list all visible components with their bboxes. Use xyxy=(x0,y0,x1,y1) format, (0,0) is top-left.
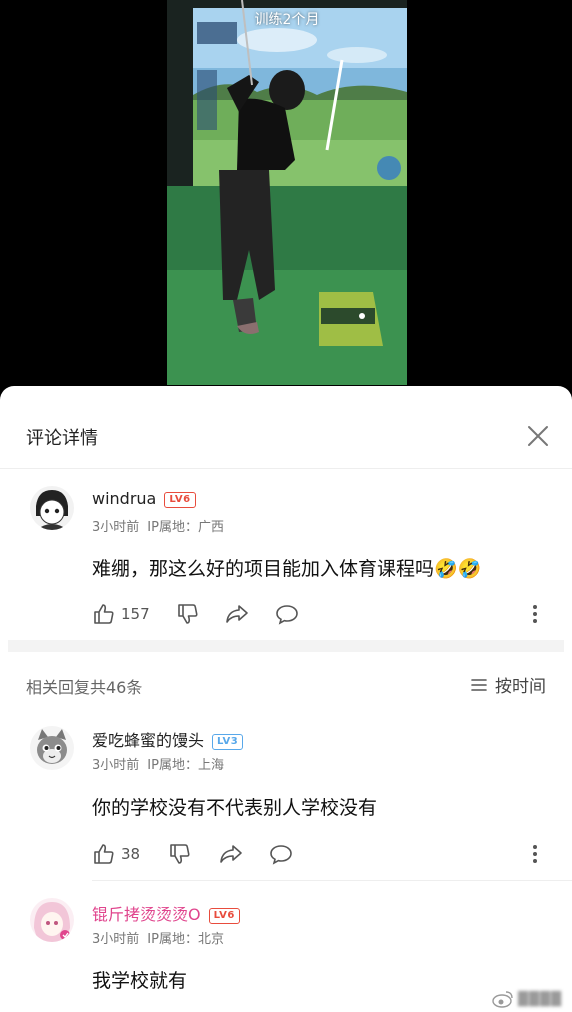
sheet-title: 评论详情 xyxy=(26,428,98,449)
thumbs-up-icon xyxy=(94,844,114,864)
video-frame xyxy=(167,0,407,385)
comment-bubble-icon xyxy=(270,845,292,865)
more-button[interactable] xyxy=(532,844,538,868)
reply-button[interactable] xyxy=(268,841,294,867)
ip-location: IP属地：广西 xyxy=(147,520,224,535)
comment-time: 3小时前 xyxy=(92,758,140,773)
comment-actions: 38 xyxy=(92,841,552,867)
more-button[interactable] xyxy=(532,604,538,628)
dislike-button[interactable] xyxy=(176,601,200,627)
like-button[interactable]: 157 xyxy=(92,601,150,627)
replies-bar: 相关回复共46条 按时间 xyxy=(0,664,572,704)
video-caption: 训练2个月 xyxy=(254,12,320,28)
comment-text: 我学校就有 xyxy=(92,970,188,992)
username[interactable]: windrua LV6 xyxy=(92,489,196,508)
username[interactable]: 锟斤拷烫烫烫O LV6 xyxy=(92,901,240,925)
like-button[interactable]: 38 xyxy=(92,841,140,867)
username-text[interactable]: 锟斤拷烫烫烫O xyxy=(92,905,201,924)
comment-meta: 3小时前 IP属地：广西 xyxy=(92,516,224,535)
level-badge: LV6 xyxy=(208,908,240,924)
reply-button[interactable] xyxy=(274,601,300,627)
share-icon xyxy=(226,605,248,623)
ip-location: IP属地：上海 xyxy=(147,758,224,773)
reply-separator xyxy=(92,880,572,881)
thumbs-down-icon xyxy=(170,844,190,864)
share-icon xyxy=(220,845,242,863)
username[interactable]: 爱吃蜂蜜的馒头 LV3 xyxy=(92,727,244,751)
list-icon xyxy=(471,678,487,691)
weibo-logo-icon xyxy=(492,991,513,1008)
share-button[interactable] xyxy=(224,601,250,627)
sort-label[interactable]: 按时间 xyxy=(495,672,546,697)
cat-avatar-image xyxy=(30,726,74,770)
comment-time: 3小时前 xyxy=(92,932,140,947)
comment-bubble-icon xyxy=(276,605,298,625)
watermark: ████ xyxy=(492,990,562,1008)
level-badge: LV6 xyxy=(164,492,196,508)
comment-text: 你的学校没有不代表别人学校没有 xyxy=(92,797,378,819)
video-player[interactable]: 训练2个月 xyxy=(167,0,407,385)
section-divider xyxy=(8,640,564,652)
reply-item: 锟斤拷烫烫烫O LV6 3小时前 IP属地：北京 我学校就有 xyxy=(0,898,572,1012)
dislike-button[interactable] xyxy=(168,841,192,867)
reply-item: 爱吃蜂蜜的馒头 LV3 3小时前 IP属地：上海 你的学校没有不代表别人学校没有 3… xyxy=(0,724,572,874)
avatar[interactable] xyxy=(30,726,74,770)
comment-text: 难绷，那这么好的项目能加入体育课程吗🤣🤣 xyxy=(92,558,482,580)
comment-meta: 3小时前 IP属地：上海 xyxy=(92,754,224,773)
level-badge: LV3 xyxy=(212,734,244,750)
thumbs-down-icon xyxy=(178,604,198,624)
sheet-header: 评论详情 xyxy=(0,386,572,469)
username-text[interactable]: windrua xyxy=(92,489,156,508)
avatar[interactable] xyxy=(30,486,74,530)
sort-button[interactable]: 按时间 xyxy=(471,672,546,697)
more-dots-icon xyxy=(533,845,537,863)
comment-time: 3小时前 xyxy=(92,520,140,535)
ip-location: IP属地：北京 xyxy=(147,932,224,947)
close-button[interactable] xyxy=(526,424,550,448)
avatar-image xyxy=(30,486,74,530)
avatar[interactable] xyxy=(30,898,74,942)
like-count: 157 xyxy=(121,605,150,623)
share-button[interactable] xyxy=(218,841,244,867)
more-dots-icon xyxy=(533,605,537,623)
thumbs-up-icon xyxy=(94,604,114,624)
anime-avatar-image xyxy=(30,898,74,942)
comment-meta: 3小时前 IP属地：北京 xyxy=(92,928,224,947)
comment-detail-sheet: 评论详情 windrua LV6 3小时前 IP属地：广西 难绷，那这么好的项目能加… xyxy=(0,386,572,1012)
comment-actions: 157 xyxy=(92,601,552,627)
main-comment: windrua LV6 3小时前 IP属地：广西 难绷，那这么好的项目能加入体育课程… xyxy=(0,486,572,636)
close-icon xyxy=(528,426,548,446)
like-count: 38 xyxy=(121,845,141,863)
replies-count: 相关回复共46条 xyxy=(26,678,143,697)
watermark-text: ████ xyxy=(518,991,562,1007)
username-text[interactable]: 爱吃蜂蜜的馒头 xyxy=(92,731,204,750)
